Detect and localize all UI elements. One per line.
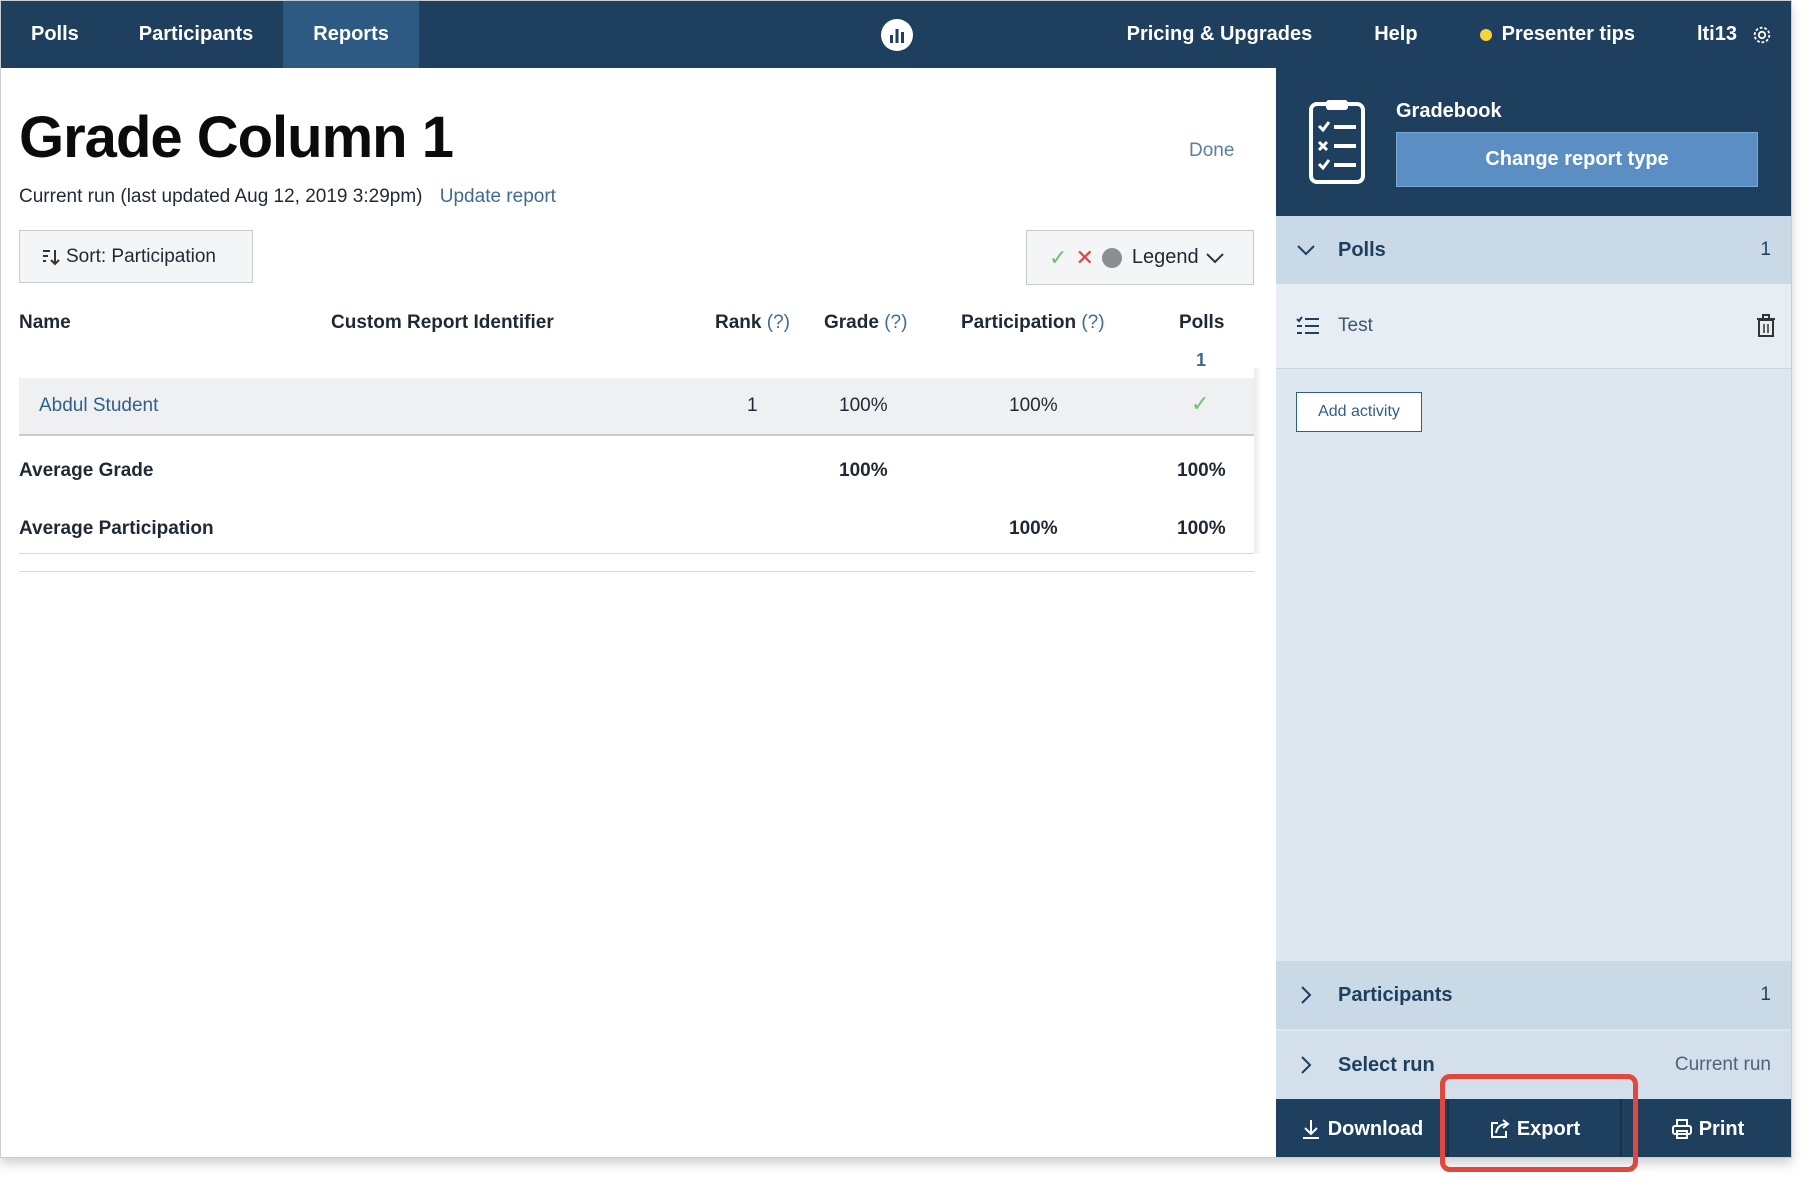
average-participation-value: 100%	[1009, 518, 1058, 539]
student-grade: 100%	[839, 395, 888, 416]
sidebar-footer: Download Export Print	[1276, 1099, 1791, 1157]
user-name: lti13	[1696, 23, 1737, 45]
participants-section-toggle[interactable]: Participants 1	[1276, 961, 1791, 1029]
participation-header-label: Participation	[961, 312, 1077, 333]
cross-icon: ✕	[1075, 244, 1094, 270]
export-button[interactable]: Export	[1449, 1099, 1620, 1157]
no-response-dot-icon	[1101, 247, 1122, 268]
select-run-value: Current run	[1674, 1054, 1771, 1075]
sort-icon	[43, 249, 60, 265]
nav-right: Pricing & Upgrades Help Presenter tips l…	[1065, 1, 1773, 68]
print-label: Print	[1698, 1117, 1745, 1140]
trash-icon	[1757, 314, 1775, 337]
col-header-identifier: Custom Report Identifier	[331, 312, 554, 333]
presenter-tips-label: Presenter tips	[1501, 23, 1635, 45]
table-row: Abdul Student 1 100% 100% ✓	[19, 378, 1254, 436]
average-grade-label: Average Grade	[19, 460, 154, 481]
rank-help[interactable]: (?)	[767, 312, 790, 333]
done-link[interactable]: Done	[1189, 140, 1234, 162]
col-header-name: Name	[19, 312, 71, 333]
legend-label: Legend	[1131, 246, 1199, 268]
divider	[19, 553, 1254, 554]
check-icon: ✓	[1049, 244, 1068, 270]
download-label: Download	[1327, 1117, 1424, 1140]
legend-button[interactable]: ✓ ✕ Legend	[1026, 230, 1254, 285]
export-icon	[1490, 1119, 1510, 1138]
col-header-polls: Polls	[1179, 312, 1225, 333]
participants-section-label: Participants	[1338, 983, 1453, 1006]
student-name-link[interactable]: Abdul Student	[39, 395, 158, 417]
col-header-grade: Grade (?)	[824, 312, 907, 334]
update-report-link[interactable]: Update report	[440, 186, 556, 207]
chevron-down-icon	[1205, 252, 1224, 263]
select-run-label: Select run	[1338, 1053, 1435, 1076]
poll-item-name: Test	[1338, 315, 1373, 336]
app-logo-icon[interactable]	[881, 19, 913, 51]
poll-list-icon	[1296, 316, 1319, 334]
presenter-tips-link[interactable]: Presenter tips	[1479, 23, 1635, 46]
average-grade-polls: 100%	[1177, 460, 1226, 481]
average-participation-label: Average Participation	[19, 518, 214, 539]
run-info: Current run (last updated Aug 12, 2019 3…	[19, 186, 556, 208]
pricing-link[interactable]: Pricing & Upgrades	[1127, 23, 1313, 46]
col-header-rank: Rank (?)	[715, 312, 790, 334]
col-header-participation: Participation (?)	[961, 312, 1105, 334]
bar-chart-icon	[890, 29, 904, 43]
chevron-right-icon	[1301, 986, 1312, 1004]
polls-section-count: 1	[1760, 239, 1771, 260]
polls-count-header[interactable]: 1	[1196, 350, 1206, 371]
user-menu[interactable]: lti13	[1697, 23, 1773, 46]
download-icon	[1302, 1120, 1319, 1139]
tips-dot-icon	[1479, 28, 1492, 41]
help-link[interactable]: Help	[1374, 23, 1417, 46]
export-label: Export	[1516, 1117, 1581, 1140]
report-sidebar: Gradebook Change report type Polls 1 Tes…	[1276, 68, 1791, 1157]
list-item[interactable]: Test	[1276, 284, 1791, 369]
average-grade-value: 100%	[839, 460, 888, 481]
sort-button[interactable]: Sort: Participation	[19, 230, 253, 283]
tab-reports[interactable]: Reports	[283, 1, 419, 68]
divider	[19, 571, 1254, 572]
printer-icon	[1671, 1119, 1692, 1139]
sidebar-header: Gradebook Change report type	[1276, 68, 1791, 216]
app-window: Polls Participants Reports Pricing & Upg…	[0, 0, 1792, 1158]
gear-icon	[1753, 26, 1771, 43]
scroll-shadow	[1254, 368, 1262, 553]
chevron-down-icon	[1297, 245, 1315, 256]
student-participation: 100%	[1009, 395, 1058, 416]
tab-participants[interactable]: Participants	[109, 1, 283, 68]
grade-header-label: Grade	[824, 312, 879, 333]
poll-correct-check-icon: ✓	[1191, 391, 1210, 416]
print-button[interactable]: Print	[1622, 1099, 1791, 1157]
polls-section-label: Polls	[1338, 238, 1386, 261]
average-participation-polls: 100%	[1177, 518, 1226, 539]
download-button[interactable]: Download	[1276, 1099, 1447, 1157]
page-title: Grade Column 1	[19, 105, 454, 170]
select-run-toggle[interactable]: Select run Current run	[1276, 1031, 1791, 1099]
polls-section-toggle[interactable]: Polls 1	[1276, 216, 1791, 284]
report-main: Grade Column 1 Done Current run (last up…	[1, 68, 1276, 1157]
gradebook-icon	[1309, 100, 1365, 184]
participation-help[interactable]: (?)	[1081, 312, 1104, 333]
rank-header-label: Rank	[715, 312, 762, 333]
report-type-title: Gradebook	[1396, 100, 1502, 122]
student-rank: 1	[747, 395, 758, 416]
top-nav: Polls Participants Reports Pricing & Upg…	[1, 1, 1791, 68]
add-activity-button[interactable]: Add activity	[1296, 392, 1422, 432]
chevron-right-icon	[1301, 1056, 1312, 1074]
sort-label: Sort: Participation	[66, 245, 216, 267]
run-text: Current run (last updated Aug 12, 2019 3…	[19, 186, 423, 207]
grade-help[interactable]: (?)	[884, 312, 907, 333]
change-report-type-button[interactable]: Change report type	[1396, 132, 1758, 187]
tab-polls[interactable]: Polls	[1, 1, 109, 68]
participants-section-count: 1	[1760, 984, 1771, 1005]
